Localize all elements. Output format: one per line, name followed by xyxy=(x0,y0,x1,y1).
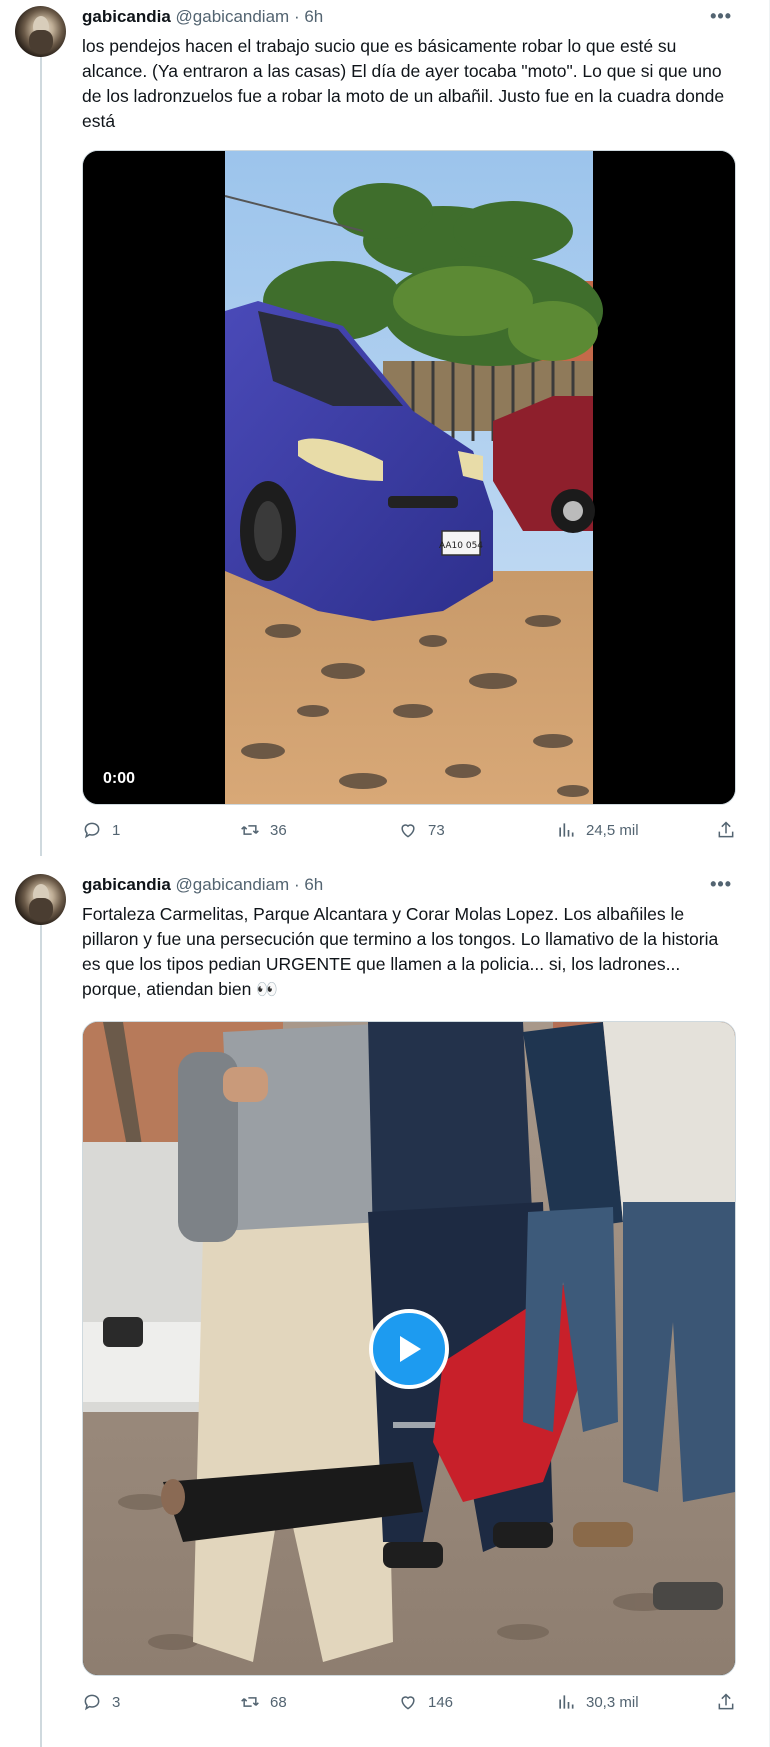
repost-count: 68 xyxy=(270,1693,287,1711)
share-icon xyxy=(718,1693,734,1710)
share-button[interactable] xyxy=(716,1692,736,1712)
repost-button[interactable]: 36 xyxy=(240,820,287,840)
separator: · xyxy=(293,7,300,26)
handle[interactable]: @gabicandiam xyxy=(176,7,290,26)
timestamp[interactable]: 6h xyxy=(304,7,323,26)
views-count: 30,3 mil xyxy=(586,1693,639,1711)
tweet-header: gabicandia @gabicandiam · 6h xyxy=(82,874,323,896)
more-horizontal-icon[interactable]: ••• xyxy=(710,6,732,27)
play-icon xyxy=(400,1335,421,1362)
views-button[interactable]: 30,3 mil xyxy=(556,1692,639,1712)
views-count: 24,5 mil xyxy=(586,821,639,839)
handle[interactable]: @gabicandiam xyxy=(176,875,290,894)
video-duration: 0:00 xyxy=(103,770,136,787)
repost-icon xyxy=(241,825,259,835)
reply-count: 1 xyxy=(112,821,121,839)
repost-button[interactable]: 68 xyxy=(240,1692,287,1712)
tweet-text: los pendejos hacen el trabajo sucio que … xyxy=(82,36,725,131)
tweet-header: gabicandia @gabicandiam · 6h xyxy=(82,6,323,28)
video-player[interactable] xyxy=(82,1021,736,1676)
share-button[interactable] xyxy=(716,820,736,840)
timestamp[interactable]: 6h xyxy=(304,875,323,894)
views-chart-icon xyxy=(559,1695,574,1709)
like-count: 73 xyxy=(428,821,445,839)
views-button[interactable]: 24,5 mil xyxy=(556,820,639,840)
tweet-text: Fortaleza Carmelitas, Parque Alcantara y… xyxy=(82,904,719,999)
like-count: 146 xyxy=(428,1693,454,1711)
like-button[interactable]: 146 xyxy=(398,1692,453,1712)
reply-icon xyxy=(84,822,100,839)
display-name[interactable]: gabicandia xyxy=(82,7,171,26)
display-name[interactable]: gabicandia xyxy=(82,875,171,894)
video-player[interactable]: AA10 054 0:00 xyxy=(82,150,736,805)
heart-icon xyxy=(401,824,415,838)
reply-icon xyxy=(84,1694,100,1711)
repost-count: 36 xyxy=(270,821,287,839)
tweet-2[interactable]: gabicandia @gabicandiam · 6h ••• Fortale… xyxy=(0,868,770,1747)
avatar[interactable] xyxy=(15,874,66,925)
share-icon xyxy=(718,821,734,838)
license-plate: AA10 054 xyxy=(439,541,483,551)
play-button[interactable] xyxy=(369,1308,449,1389)
reply-button[interactable]: 3 xyxy=(82,1692,120,1712)
views-chart-icon xyxy=(559,823,574,837)
reply-button[interactable]: 1 xyxy=(82,820,120,840)
separator: · xyxy=(293,875,300,894)
tweet-actions: 3 68 146 30,3 mil xyxy=(82,1692,737,1716)
repost-icon xyxy=(241,1697,259,1707)
more-horizontal-icon[interactable]: ••• xyxy=(710,874,732,895)
tweet-actions: 1 36 73 24,5 mil xyxy=(82,820,737,844)
reply-count: 3 xyxy=(112,1693,121,1711)
video-frame: AA10 054 xyxy=(83,151,735,804)
tweet-1[interactable]: gabicandia @gabicandiam · 6h ••• los pen… xyxy=(0,0,770,860)
heart-icon xyxy=(401,1696,415,1710)
avatar[interactable] xyxy=(15,6,66,57)
like-button[interactable]: 73 xyxy=(398,820,445,840)
